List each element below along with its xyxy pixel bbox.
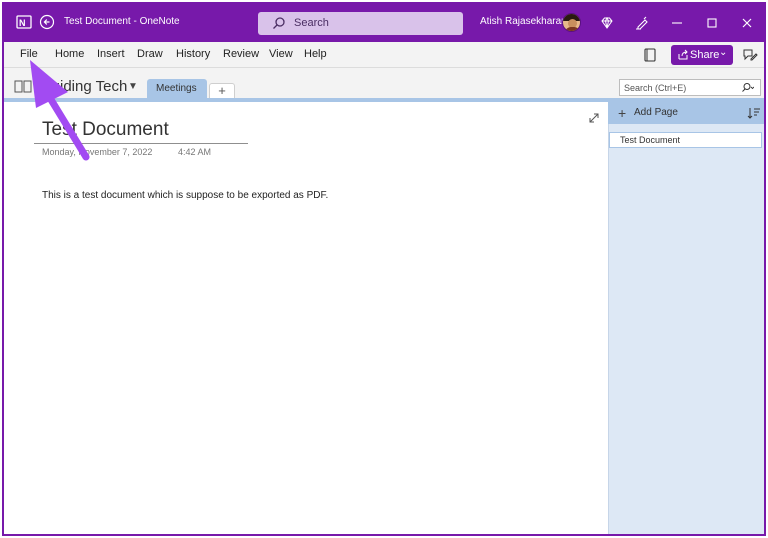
- page-list-panel: [608, 102, 764, 534]
- close-icon[interactable]: [739, 15, 755, 31]
- minimize-icon[interactable]: [669, 15, 685, 31]
- tab-meetings[interactable]: Meetings: [147, 79, 207, 99]
- search-box[interactable]: Search: [258, 12, 463, 35]
- title-divider: [34, 143, 248, 144]
- share-label: Share: [690, 49, 720, 61]
- page-canvas[interactable]: [4, 102, 608, 534]
- tab-meetings-label: Meetings: [156, 83, 197, 94]
- back-arrow-icon[interactable]: [39, 14, 55, 30]
- diamond-icon[interactable]: [599, 15, 615, 31]
- feedback-icon[interactable]: [742, 47, 758, 63]
- page-list-item-label: Test Document: [620, 135, 681, 145]
- onenote-window: N Test Document - OneNote Search Atish R…: [2, 2, 766, 536]
- caret-down-icon[interactable]: ▼: [128, 81, 138, 92]
- menu-draw[interactable]: Draw: [137, 48, 163, 60]
- search-icon: [273, 17, 285, 29]
- page-list-item[interactable]: Test Document: [609, 132, 762, 148]
- user-name[interactable]: Atish Rajasekharan: [480, 16, 567, 27]
- title-bar: N Test Document - OneNote Search Atish R…: [4, 4, 764, 42]
- plus-icon: +: [618, 105, 627, 121]
- page-search-input[interactable]: Search (Ctrl+E): [619, 79, 761, 96]
- chevron-down-icon[interactable]: ⌄: [719, 47, 727, 58]
- page-title[interactable]: Test Document: [42, 119, 169, 141]
- pen-icon[interactable]: [634, 15, 650, 31]
- notebook-book-icon[interactable]: [14, 79, 32, 93]
- add-section-button[interactable]: +: [209, 83, 235, 99]
- page-time: 4:42 AM: [178, 147, 212, 157]
- share-button[interactable]: Share ⌄: [671, 45, 733, 65]
- share-icon: [678, 49, 688, 60]
- notebook-name[interactable]: Guiding Tech: [40, 78, 127, 95]
- menu-history[interactable]: History: [176, 48, 210, 60]
- add-page-label: Add Page: [634, 107, 678, 118]
- menu-insert[interactable]: Insert: [97, 48, 125, 60]
- maximize-icon[interactable]: [704, 15, 720, 31]
- add-page-button[interactable]: + Add Page: [608, 102, 764, 124]
- onenote-app-icon[interactable]: N: [16, 14, 32, 30]
- avatar-shirt: [565, 27, 580, 31]
- menu-review[interactable]: Review: [223, 48, 259, 60]
- expand-icon[interactable]: [588, 112, 600, 124]
- avatar[interactable]: [562, 13, 581, 32]
- menu-file[interactable]: File: [20, 48, 38, 60]
- search-placeholder: Search: [294, 17, 329, 29]
- svg-text:N: N: [19, 18, 26, 28]
- search-dropdown-icon[interactable]: [741, 82, 754, 94]
- notebook-icon[interactable]: [642, 47, 658, 63]
- notebook-row: Guiding Tech ▼ Meetings + Search (Ctrl+E…: [4, 68, 764, 99]
- page-search-placeholder: Search (Ctrl+E): [624, 83, 687, 93]
- menu-help[interactable]: Help: [304, 48, 327, 60]
- menu-view[interactable]: View: [269, 48, 293, 60]
- sort-icon[interactable]: [747, 106, 761, 120]
- menu-bar: File Home Insert Draw History Review Vie…: [4, 42, 764, 68]
- menu-home[interactable]: Home: [55, 48, 84, 60]
- page-body-text[interactable]: This is a test document which is suppose…: [42, 190, 328, 201]
- window-title: Test Document - OneNote: [64, 16, 180, 27]
- page-date: Monday, November 7, 2022: [42, 147, 153, 157]
